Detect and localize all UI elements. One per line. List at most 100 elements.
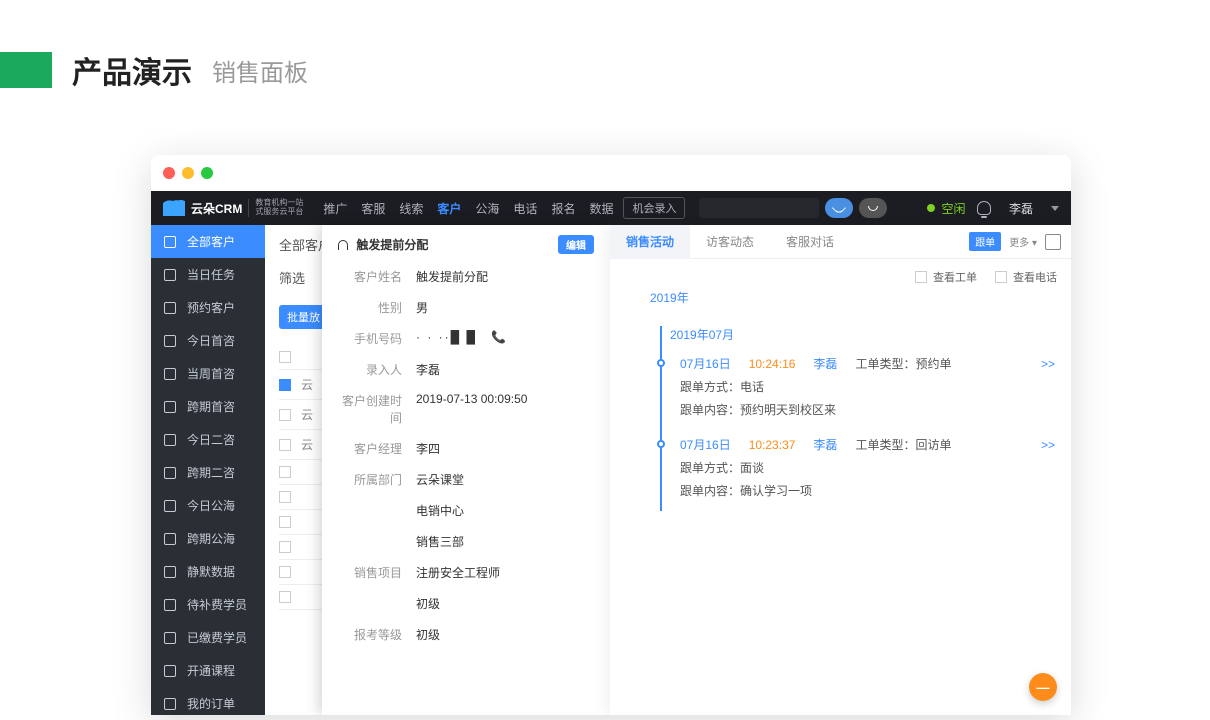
entry-expand[interactable]: >>	[1041, 357, 1055, 371]
sidebar-item-label: 今日首咨	[187, 332, 235, 349]
top-menu-item[interactable]: 报名	[551, 200, 575, 217]
top-menu-item[interactable]: 公海	[475, 200, 499, 217]
entry-expand[interactable]: >>	[1041, 438, 1055, 452]
minimize-dot-icon[interactable]	[182, 167, 194, 179]
top-menu-item[interactable]: 客服	[361, 200, 385, 217]
sidebar-item-icon	[163, 400, 177, 414]
top-menu-item[interactable]: 数据	[589, 200, 613, 217]
entry-meta: 07月16日10:24:16李磊工单类型：预约单>>	[680, 355, 1055, 372]
more-dropdown[interactable]: 更多 ▾	[1009, 234, 1037, 249]
call-button[interactable]	[825, 198, 853, 218]
hangup-icon	[868, 206, 878, 211]
brand-name: 云朵CRM	[191, 200, 242, 217]
detail-field: 销售三部	[338, 533, 594, 550]
detail-title: 触发提前分配	[338, 236, 428, 253]
top-menu-item[interactable]: 推广	[323, 200, 347, 217]
opportunity-entry-button[interactable]: 机会录入	[623, 197, 685, 219]
entry-detail: 跟单内容：确认学习一项	[680, 482, 1055, 499]
sidebar-item-icon	[163, 334, 177, 348]
entry-time: 10:24:16	[749, 357, 796, 371]
close-dot-icon[interactable]	[163, 167, 175, 179]
row-checkbox[interactable]	[279, 409, 291, 421]
top-menu-item[interactable]: 线索	[399, 200, 423, 217]
bulk-action-button[interactable]: 批量放	[279, 305, 328, 329]
sidebar-item[interactable]: 当日任务	[151, 258, 265, 291]
current-user[interactable]: 李磊	[1009, 200, 1033, 217]
row-checkbox[interactable]	[279, 566, 291, 578]
row-checkbox[interactable]	[279, 379, 291, 391]
detail-field-label: 报考等级	[338, 626, 402, 643]
filter-label: 查看工单	[933, 269, 977, 285]
edit-button[interactable]: 编辑	[558, 235, 594, 254]
detail-field-value: · · ··█ █📞	[416, 330, 594, 347]
sidebar-item-icon	[163, 664, 177, 678]
row-checkbox[interactable]	[279, 541, 291, 553]
sidebar-item[interactable]: 我的订单	[151, 687, 265, 715]
top-menu: 推广客服线索客户公海电话报名数据	[323, 200, 613, 217]
sidebar-item-label: 开通课程	[187, 662, 235, 679]
sidebar-item[interactable]: 预约客户	[151, 291, 265, 324]
detail-field-label: 所属部门	[338, 471, 402, 488]
sidebar-item[interactable]: 已缴费学员	[151, 621, 265, 654]
sidebar-item[interactable]: 今日二咨	[151, 423, 265, 456]
sidebar-item-label: 今日公海	[187, 497, 235, 514]
follow-button[interactable]: 跟单	[969, 232, 1001, 251]
detail-field-value: 销售三部	[416, 533, 594, 550]
activity-panel: 销售活动访客动态客服对话 跟单 更多 ▾ 查看工单查看电话 2019年 2019…	[610, 225, 1071, 715]
sidebar-item-icon	[163, 235, 177, 249]
detail-field-label	[338, 533, 402, 550]
sidebar-item-icon	[163, 268, 177, 282]
search-input[interactable]	[699, 198, 819, 218]
activity-tab[interactable]: 客服对话	[770, 225, 850, 259]
page-header: 产品演示 销售面板	[0, 0, 1210, 92]
sidebar-item[interactable]: 全部客户	[151, 225, 265, 258]
sidebar-item[interactable]: 待补费学员	[151, 588, 265, 621]
page-title: 产品演示	[72, 48, 192, 92]
sidebar-item-label: 当周首咨	[187, 365, 235, 382]
agent-status[interactable]: 空闲	[927, 200, 965, 217]
detail-field: 性别男	[338, 299, 594, 316]
sidebar-item[interactable]: 跨期公海	[151, 522, 265, 555]
detail-field-label: 客户创建时间	[338, 392, 402, 426]
detail-field-value: 触发提前分配	[416, 268, 594, 285]
activity-tab[interactable]: 销售活动	[610, 225, 690, 259]
detail-field: 客户经理李四	[338, 440, 594, 457]
row-checkbox[interactable]	[279, 516, 291, 528]
row-checkbox[interactable]	[279, 491, 291, 503]
sidebar-item-label: 当日任务	[187, 266, 235, 283]
sidebar-item[interactable]: 跨期二咨	[151, 456, 265, 489]
top-menu-item[interactable]: 电话	[513, 200, 537, 217]
row-text: 云	[301, 406, 313, 423]
row-checkbox[interactable]	[279, 466, 291, 478]
activity-filter-check[interactable]: 查看工单	[915, 269, 977, 285]
sidebar-item-label: 预约客户	[187, 299, 235, 316]
sidebar-item[interactable]: 静默数据	[151, 555, 265, 588]
sidebar-item-label: 静默数据	[187, 563, 235, 580]
top-right: 李磊	[977, 200, 1059, 217]
bell-icon[interactable]	[977, 201, 991, 215]
window-titlebar	[151, 155, 1071, 191]
row-checkbox[interactable]	[279, 591, 291, 603]
sidebar-item-icon	[163, 367, 177, 381]
row-checkbox[interactable]	[279, 351, 291, 363]
timeline-month: 2019年07月	[656, 320, 1055, 349]
sidebar-item[interactable]: 当周首咨	[151, 357, 265, 390]
activity-filter-check[interactable]: 查看电话	[995, 269, 1057, 285]
popout-icon[interactable]	[1045, 234, 1061, 250]
sidebar-item[interactable]: 今日首咨	[151, 324, 265, 357]
collapse-fab-button[interactable]: —	[1029, 673, 1057, 701]
brand-logo[interactable]: 云朵CRM 教育机构一站式服务云平台	[163, 199, 311, 217]
hangup-button[interactable]	[859, 198, 887, 218]
entry-who: 李磊	[813, 436, 837, 453]
sidebar-item[interactable]: 跨期首咨	[151, 390, 265, 423]
sidebar-item-label: 跨期首咨	[187, 398, 235, 415]
sidebar-item[interactable]: 开通课程	[151, 654, 265, 687]
chevron-down-icon[interactable]	[1051, 206, 1059, 211]
phone-icon[interactable]: 📞	[491, 330, 508, 344]
sidebar-item[interactable]: 今日公海	[151, 489, 265, 522]
activity-tab[interactable]: 访客动态	[690, 225, 770, 259]
row-checkbox[interactable]	[279, 439, 291, 451]
detail-field-value: 初级	[416, 595, 594, 612]
top-menu-item[interactable]: 客户	[437, 200, 461, 217]
maximize-dot-icon[interactable]	[201, 167, 213, 179]
